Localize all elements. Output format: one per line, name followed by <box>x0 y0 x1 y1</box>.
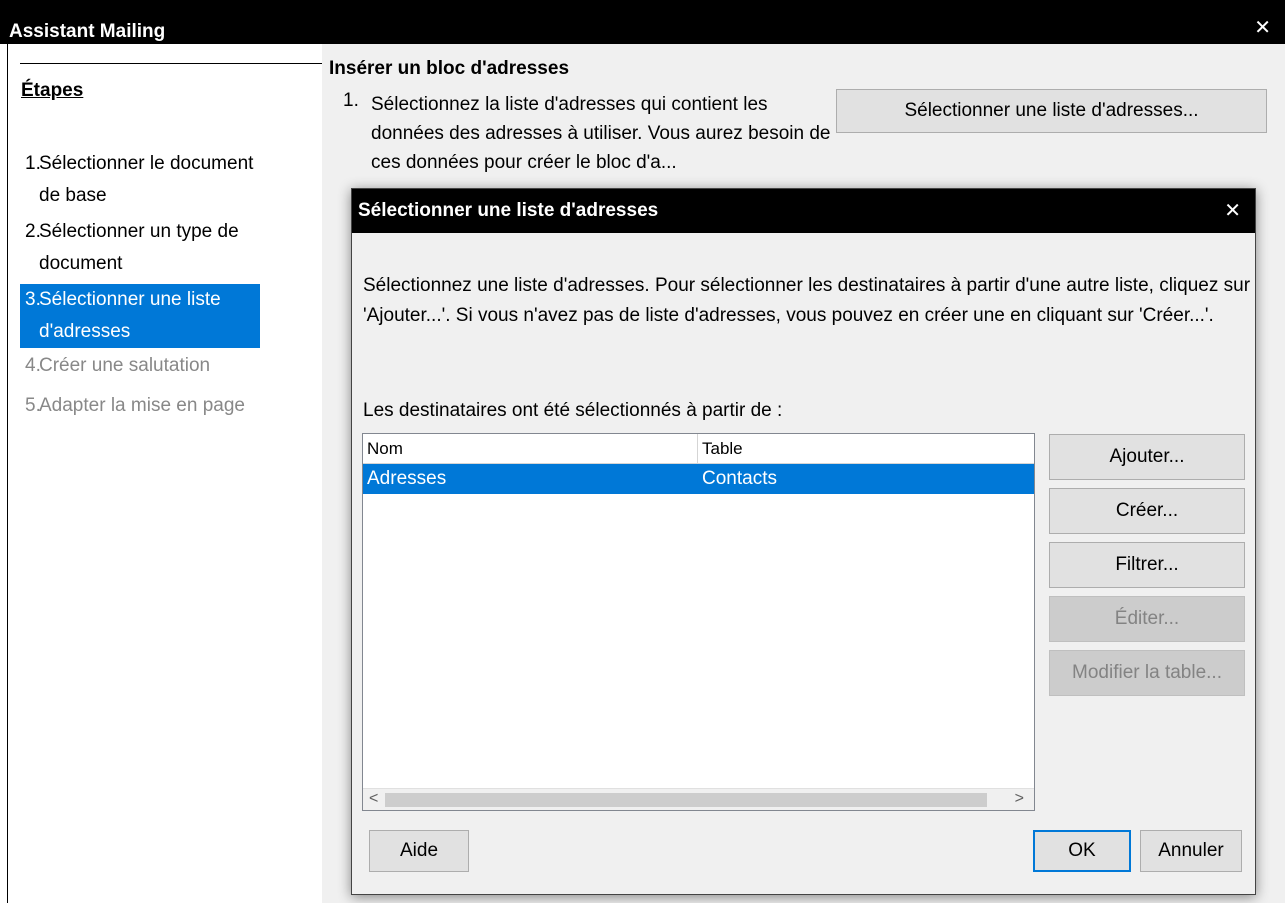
step-number: 4. <box>25 355 41 376</box>
address-list-table[interactable]: Nom Table Adresses Contacts < > <box>362 433 1035 811</box>
step-number: 5. <box>25 395 41 416</box>
step-label: Sélectionner une liste d'adresses <box>39 289 221 342</box>
step-number: 1. <box>25 153 41 174</box>
step-create-salutation: 4. Créer une salutation <box>20 350 260 382</box>
instruction-number: 1. <box>343 90 359 111</box>
select-address-list-dialog: Sélectionner une liste d'adresses ✕ Séle… <box>351 188 1256 895</box>
step-label: Sélectionner un type de document <box>39 221 239 274</box>
scroll-left-icon[interactable]: < <box>369 790 378 808</box>
step-select-document-type[interactable]: 2. Sélectionner un type de document <box>20 216 260 280</box>
table-header: Nom Table <box>363 434 1034 464</box>
step-label: Créer une salutation <box>39 355 211 376</box>
horizontal-scrollbar[interactable]: < > <box>363 788 1034 810</box>
dialog-close-icon[interactable]: ✕ <box>1224 198 1241 223</box>
column-header-nom[interactable]: Nom <box>363 434 698 464</box>
selected-from-label: Les destinataires ont été sélectionnés à… <box>363 400 783 421</box>
steps-heading: Étapes <box>21 80 84 101</box>
column-header-table[interactable]: Table <box>698 434 1034 464</box>
main-titlebar: Assistant Mailing ✕ <box>0 0 1285 44</box>
modify-table-button: Modifier la table... <box>1049 650 1245 696</box>
step-select-base-document[interactable]: 1. Sélectionner le document de base <box>20 148 260 212</box>
cell-nom: Adresses <box>367 468 447 489</box>
dialog-titlebar: Sélectionner une liste d'adresses ✕ <box>352 189 1255 233</box>
add-button[interactable]: Ajouter... <box>1049 434 1245 480</box>
scrollbar-thumb[interactable] <box>385 793 987 807</box>
step-select-address-list[interactable]: 3. Sélectionner une liste d'adresses <box>20 284 260 348</box>
create-button[interactable]: Créer... <box>1049 488 1245 534</box>
help-button[interactable]: Aide <box>369 830 469 872</box>
section-title: Insérer un bloc d'adresses <box>329 58 570 79</box>
scroll-right-icon[interactable]: > <box>1015 790 1024 808</box>
dialog-title: Sélectionner une liste d'adresses <box>358 200 659 221</box>
step-number: 3. <box>25 289 41 310</box>
steps-sidebar: Étapes 1. Sélectionner le document de ba… <box>8 44 322 903</box>
filter-button[interactable]: Filtrer... <box>1049 542 1245 588</box>
cancel-button[interactable]: Annuler <box>1140 830 1242 872</box>
sidebar-divider <box>20 63 322 64</box>
step-number: 2. <box>25 221 41 242</box>
table-row[interactable]: Adresses Contacts <box>363 464 1034 494</box>
cell-table: Contacts <box>702 468 777 489</box>
step-label: Sélectionner le document de base <box>39 153 254 206</box>
ok-button[interactable]: OK <box>1033 830 1131 872</box>
main-window-title: Assistant Mailing <box>9 21 166 42</box>
select-address-list-button[interactable]: Sélectionner une liste d'adresses... <box>836 89 1267 133</box>
dialog-description: Sélectionnez une liste d'adresses. Pour … <box>363 275 1251 326</box>
step-adjust-layout: 5. Adapter la mise en page <box>20 390 260 422</box>
step-label: Adapter la mise en page <box>39 395 245 416</box>
instruction-text: Sélectionnez la liste d'adresses qui con… <box>371 94 831 173</box>
main-close-icon[interactable]: ✕ <box>1254 15 1271 40</box>
edit-button: Éditer... <box>1049 596 1245 642</box>
